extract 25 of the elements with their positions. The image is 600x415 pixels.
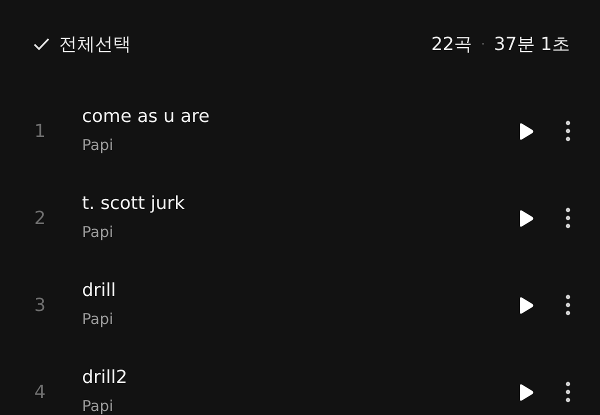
track-title[interactable]: drill xyxy=(82,278,512,304)
artist-name: Papi xyxy=(82,309,114,330)
more-icon xyxy=(565,207,571,229)
total-duration: 37분 1초 xyxy=(494,32,570,56)
track-title[interactable]: drill2 xyxy=(82,365,512,391)
more-icon xyxy=(565,381,571,403)
more-icon xyxy=(565,294,571,316)
more-icon xyxy=(565,120,571,142)
artist-name: Papi xyxy=(82,396,114,415)
play-icon xyxy=(518,296,534,314)
track-number: 3 xyxy=(33,294,47,318)
track-title[interactable]: t. scott jurk xyxy=(82,191,512,217)
play-icon xyxy=(518,122,534,140)
artist-name: Papi xyxy=(82,222,114,243)
artist-name: Papi xyxy=(82,135,114,156)
separator-dot: · xyxy=(481,36,485,53)
select-all-button[interactable]: 전체선택 xyxy=(33,30,131,58)
track-title[interactable]: come as u are xyxy=(82,104,512,130)
track-number: 4 xyxy=(33,380,47,404)
play-icon xyxy=(518,208,534,228)
track-count: 22곡 xyxy=(431,32,472,56)
track-number: 1 xyxy=(33,120,47,144)
check-icon xyxy=(33,37,50,51)
track-number: 2 xyxy=(33,206,47,230)
play-icon xyxy=(518,382,534,402)
